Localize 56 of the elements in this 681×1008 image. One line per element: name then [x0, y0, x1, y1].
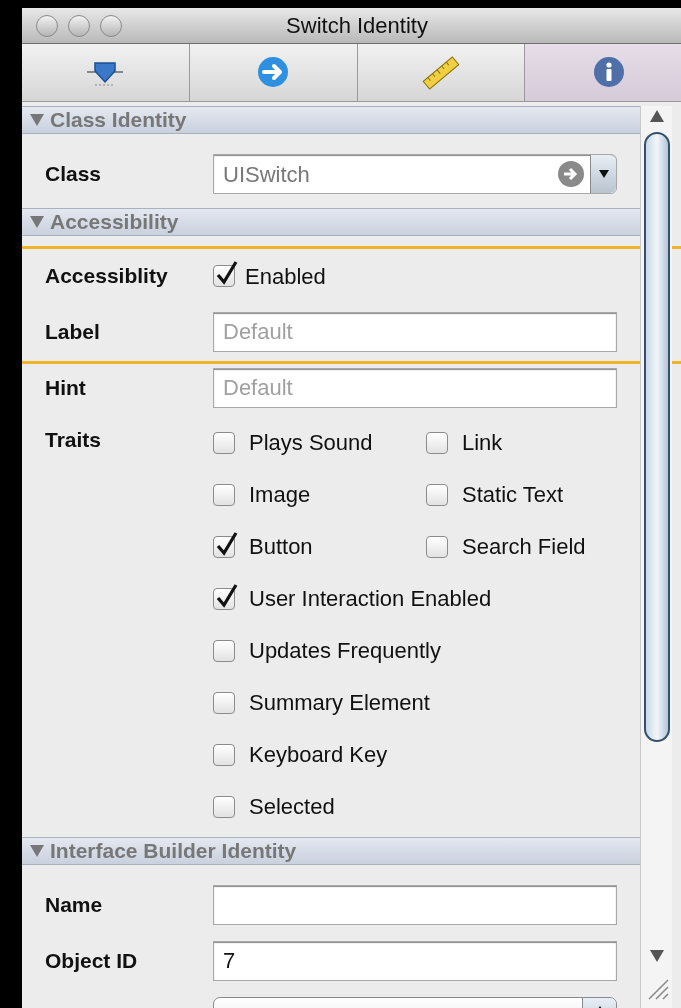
inspector-tab[interactable]: [188, 44, 357, 101]
section-title: Interface Builder Identity: [50, 838, 297, 865]
section-title: Accessibility: [50, 209, 179, 236]
checkbox[interactable]: [213, 587, 235, 610]
inspector-tab[interactable]: [356, 44, 525, 101]
field-label: Hint: [45, 375, 87, 402]
checkbox[interactable]: [213, 795, 235, 818]
text-field[interactable]: Default: [213, 368, 617, 408]
window-control-button[interactable]: [100, 15, 122, 37]
checkbox-label: Static Text: [462, 481, 564, 509]
section-header[interactable]: Accessibility: [22, 208, 640, 236]
field-label: Label: [45, 319, 101, 346]
checkbox-label: Button: [249, 533, 313, 561]
field-label: Class: [45, 161, 103, 188]
inspector-tab[interactable]: [22, 44, 189, 101]
section-header[interactable]: Interface Builder Identity: [22, 837, 640, 865]
field-label: Traits: [45, 427, 103, 453]
text-field[interactable]: [213, 885, 617, 925]
field-label: Object ID: [45, 948, 139, 975]
checkbox-label: Enabled: [245, 262, 326, 291]
checkbox[interactable]: [213, 743, 235, 766]
disclosure-triangle-icon[interactable]: [30, 845, 44, 857]
checkbox[interactable]: [426, 431, 448, 454]
scrollbar[interactable]: [640, 106, 672, 1008]
checkbox-label: Keyboard Key: [249, 741, 388, 769]
checkbox-label: User Interaction Enabled: [249, 585, 492, 613]
checkbox[interactable]: [213, 535, 235, 558]
checkbox-label: Updates Frequently: [249, 637, 441, 665]
field-label: Name: [45, 892, 104, 919]
checkbox[interactable]: [426, 535, 448, 558]
checkbox[interactable]: [213, 639, 235, 662]
text-field[interactable]: 7: [213, 941, 617, 981]
text-field[interactable]: Default: [213, 312, 617, 352]
disclosure-triangle-icon[interactable]: [30, 114, 44, 126]
resize-grip-icon[interactable]: [647, 978, 669, 1000]
checkbox-label: Link: [462, 429, 503, 457]
checkbox[interactable]: [213, 483, 235, 506]
checkbox-label: Image: [249, 481, 311, 509]
checkbox[interactable]: [213, 431, 235, 454]
class-combo-box[interactable]: UISwitch: [213, 154, 617, 194]
checkbox-label: Plays Sound: [249, 429, 373, 457]
inspector-tab[interactable]: [524, 44, 681, 101]
field-label: Accessiblity: [45, 263, 169, 290]
checkbox[interactable]: [213, 691, 235, 714]
section-title: Class Identity: [50, 107, 187, 134]
disclosure-triangle-icon[interactable]: [30, 216, 44, 228]
checkbox-label: Selected: [249, 793, 335, 821]
window-control-button[interactable]: [68, 15, 90, 37]
checkbox[interactable]: [426, 483, 448, 506]
window-control-button[interactable]: [36, 15, 58, 37]
scroll-down-icon[interactable]: [649, 950, 664, 962]
window-title: Switch Identity: [286, 12, 428, 40]
scroll-thumb[interactable]: [643, 132, 670, 742]
section-header[interactable]: Class Identity: [22, 106, 640, 134]
checkbox-label: Search Field: [462, 533, 586, 561]
checkbox-label: Summary Element: [249, 689, 430, 717]
